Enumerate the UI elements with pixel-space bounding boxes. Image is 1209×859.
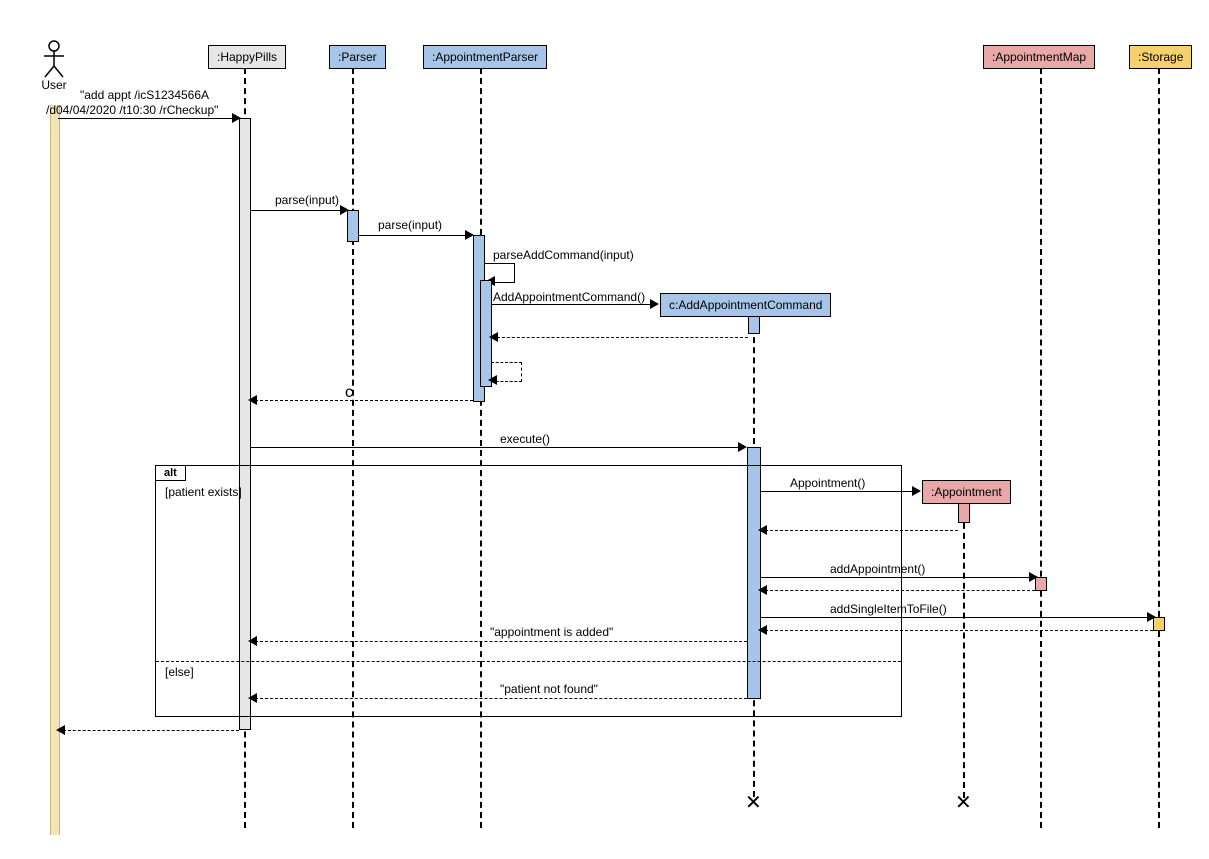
- arrow-createcmd: [491, 304, 656, 305]
- msg-createcmd: AddAppointmentCommand(): [493, 290, 645, 304]
- participant-parser: :Parser: [329, 45, 386, 69]
- lifeline-appointment: [963, 503, 965, 798]
- actor-user: User: [34, 40, 74, 92]
- participant-happypills: :HappyPills: [208, 45, 286, 69]
- activation-apptmap: [1035, 577, 1047, 591]
- msg-user-input-line1: "add appt /icS1234566A: [80, 88, 209, 102]
- arrow-execute: [250, 447, 744, 448]
- arrowhead: [56, 725, 65, 735]
- return-createcmd: [492, 337, 748, 338]
- msg-parse1: parse(input): [275, 193, 339, 207]
- actor-label: User: [34, 78, 74, 92]
- msg-execute: execute(): [500, 432, 550, 446]
- alt-frame: alt: [155, 465, 902, 717]
- participant-storage: :Storage: [1129, 45, 1192, 69]
- arrowhead: [248, 693, 257, 703]
- arrowhead: [248, 395, 257, 405]
- return-resultadded: [250, 641, 747, 642]
- return-resultnotfound: [250, 698, 747, 699]
- arrowhead: [758, 585, 767, 595]
- destroy-addapptcmd: ✕: [745, 790, 762, 815]
- msg-addappt: addAppointment(): [830, 562, 925, 576]
- alt-guard1: [patient exists]: [165, 485, 242, 499]
- msg-addfile: addSingleItemToFile(): [830, 602, 947, 616]
- msg-createappt: Appointment(): [790, 476, 865, 490]
- msg-parse2: parse(input): [378, 218, 442, 232]
- return-to-user: [58, 730, 239, 731]
- alt-guard2: [else]: [165, 665, 194, 679]
- arrow-createappt: [760, 491, 918, 492]
- participant-appointment: :Appointment: [922, 480, 1011, 504]
- msg-resultadded: "appointment is added": [490, 625, 613, 639]
- return-c: [250, 400, 473, 401]
- activation-cmd-create: [748, 316, 760, 334]
- arrowhead: [650, 299, 659, 309]
- return-addfile: [760, 630, 1153, 631]
- lifeline-appointmentmap: [1040, 68, 1042, 828]
- arrow-addfile: [760, 617, 1153, 618]
- participant-appointmentparser: :AppointmentParser: [423, 45, 547, 69]
- return-addappt: [760, 590, 1035, 591]
- lifeline-storage: [1158, 68, 1160, 828]
- participant-addappointmentcommand: c:AddAppointmentCommand: [660, 293, 831, 317]
- arrow-user-to-happypills: [58, 118, 238, 119]
- arrowhead: [248, 636, 257, 646]
- arrow-parse1: [250, 210, 347, 211]
- activation-parser: [347, 210, 359, 242]
- arrowhead: [912, 486, 921, 496]
- return-createappt: [760, 530, 958, 531]
- activation-appointment: [958, 503, 970, 523]
- arrowhead: [488, 375, 497, 385]
- person-icon: [42, 40, 66, 78]
- arrowhead: [758, 625, 767, 635]
- alt-divider: [156, 661, 901, 662]
- arrow-parse2: [358, 235, 471, 236]
- destroy-appointment: ✕: [955, 790, 972, 815]
- arrowhead: [758, 525, 767, 535]
- activation-storage: [1153, 617, 1165, 631]
- msg-parseadd: parseAddCommand(input): [493, 248, 634, 262]
- participant-appointmentmap: :AppointmentMap: [983, 45, 1095, 69]
- msg-user-input-line2: /d04/04/2020 /t10:30 /rCheckup": [46, 103, 218, 117]
- arrow-addappt: [760, 577, 1035, 578]
- msg-resultnotfound: "patient not found": [500, 682, 598, 696]
- arrowhead: [738, 442, 747, 452]
- arrowhead: [489, 332, 498, 342]
- sequence-diagram: User :HappyPills :Parser :AppointmentPar…: [10, 10, 1209, 849]
- alt-label: alt: [156, 466, 186, 481]
